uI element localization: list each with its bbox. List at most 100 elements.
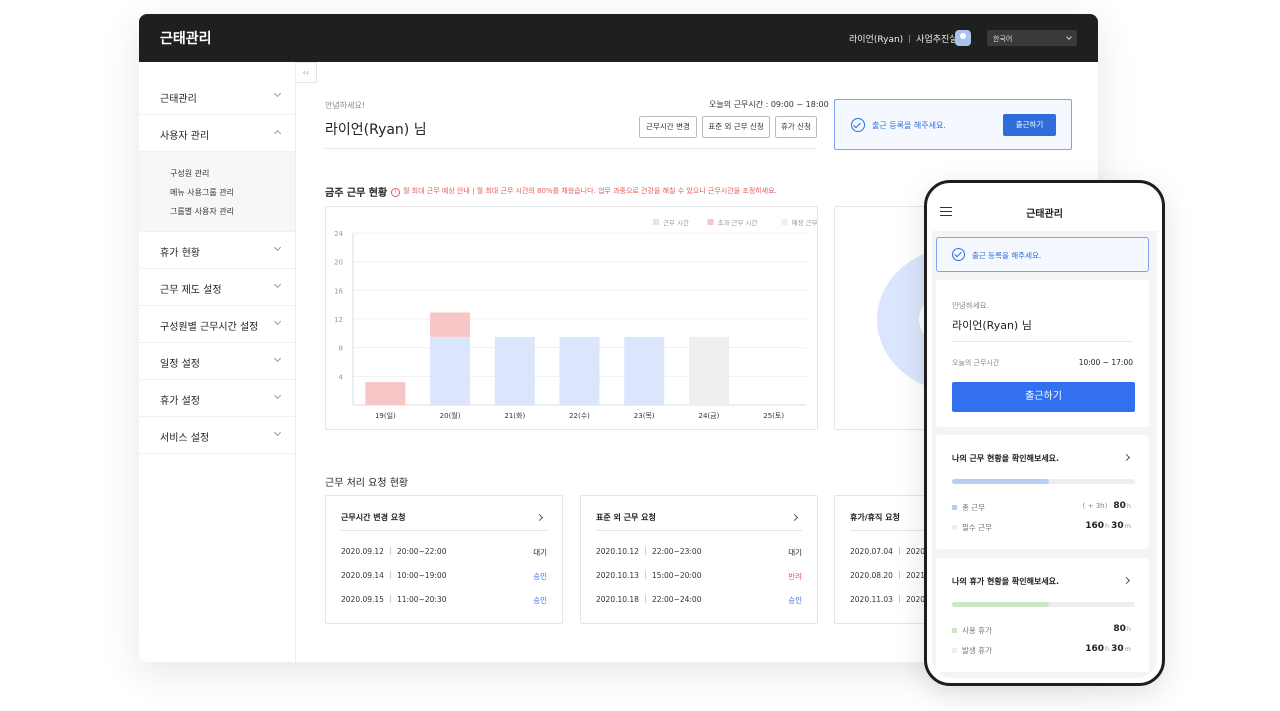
sidebar-item-member-hours[interactable]: 구성원별 근무시간 설정 bbox=[139, 306, 295, 343]
x-tick-label: 24(금) bbox=[699, 412, 720, 420]
clockin-message: 출근 등록을 해주세요. bbox=[872, 121, 946, 130]
x-tick-label: 21(화) bbox=[504, 412, 525, 420]
sidebar-item-label: 서비스 설정 bbox=[160, 433, 210, 444]
request-time: 20:00~22:00 bbox=[396, 547, 447, 556]
user-name: 라이언(Ryan) bbox=[849, 35, 904, 45]
sidebar-item-label: 근무 제도 설정 bbox=[160, 285, 222, 296]
mobile-work-status-card[interactable]: 나의 근무 현황을 확인해보세요. 총 근무( + 3h) 80h 필수 근무 16… bbox=[936, 435, 1149, 549]
x-tick-label: 22(수) bbox=[569, 412, 590, 420]
stage: 근태관리 라이언(Ryan) 사업추진실 한국어 근태관리 사용자 관리 구성원 … bbox=[0, 0, 1280, 711]
work-progress-fill bbox=[952, 479, 1049, 484]
request-time: 11:00~20:30 bbox=[396, 595, 447, 604]
sidebar-item-schedule[interactable]: 일정 설정 bbox=[139, 343, 295, 380]
granted-leave-value: 160h 30m bbox=[1085, 644, 1133, 654]
sidebar-subitem-menu-groups[interactable]: 메뉴 사용그룹 관리 bbox=[170, 183, 295, 202]
sidebar-item-attendance[interactable]: 근태관리 bbox=[139, 78, 295, 115]
legend-dot bbox=[952, 648, 957, 653]
y-tick-label: 4 bbox=[339, 373, 344, 381]
info-icon: ! bbox=[391, 188, 400, 197]
clockin-button[interactable]: 출근하기 bbox=[1003, 114, 1056, 136]
bar bbox=[688, 336, 729, 405]
row-separator bbox=[898, 595, 900, 603]
y-tick-label: 12 bbox=[334, 316, 343, 324]
request-time: 10:00~19:00 bbox=[396, 571, 447, 580]
chevron-down-icon bbox=[273, 89, 282, 98]
request-card-title: 근무시간 변경 요청 bbox=[341, 513, 406, 522]
request-row: 2020.10.13 15:00~20:00 반려 bbox=[596, 571, 802, 583]
sidebar-item-label: 휴가 설정 bbox=[160, 396, 200, 407]
request-time: 15:00~20:00 bbox=[651, 571, 702, 580]
sidebar-item-service-settings[interactable]: 서비스 설정 bbox=[139, 417, 295, 454]
y-tick-label: 16 bbox=[334, 287, 343, 295]
total-work-label: 총 근무 bbox=[962, 503, 986, 512]
weekly-title: 금주 근무 현황 bbox=[325, 188, 388, 199]
request-status: 승인 bbox=[533, 572, 547, 581]
weekly-warning-text: 월 최대 근무 예상 안내 | 월 최대 근무 시간의 80%를 채웠습니다. … bbox=[403, 187, 777, 195]
change-hours-button[interactable]: 근무시간 변경 bbox=[639, 116, 697, 138]
language-select[interactable]: 한국어 bbox=[987, 30, 1077, 46]
request-date: 2020.08.20 bbox=[850, 571, 893, 580]
row-separator bbox=[389, 571, 391, 579]
request-status: 대기 bbox=[533, 548, 547, 557]
y-tick-label: 20 bbox=[334, 259, 343, 267]
chevron-down-icon bbox=[273, 317, 282, 326]
request-card-outside-standard[interactable]: 표준 외 근무 요청 2020.10.12 22:00~23:00 대기 2020.… bbox=[580, 495, 818, 624]
user-department: 사업추진실 bbox=[916, 35, 958, 45]
y-tick-label: 8 bbox=[339, 345, 343, 353]
weekly-chart-panel: 4 8 12 16 20 24 19(일) 20(월) 21(화) 22(수) 23(목) 24(금)… bbox=[325, 206, 832, 430]
request-card-hours-change[interactable]: 근무시간 변경 요청 2020.09.12 20:00~22:00 대기 2020.… bbox=[325, 495, 563, 624]
bar bbox=[559, 336, 600, 405]
outside-standard-button[interactable]: 표준 외 근무 신청 bbox=[702, 116, 770, 138]
mobile-title: 근태관리 bbox=[1026, 209, 1063, 220]
bar bbox=[624, 336, 665, 405]
chevron-right-icon[interactable] bbox=[790, 513, 799, 522]
clockin-panel: 출근 등록을 해주세요. 출근하기 bbox=[834, 99, 1072, 150]
bar bbox=[430, 312, 471, 337]
request-status: 대기 bbox=[788, 548, 802, 557]
language-value: 한국어 bbox=[993, 35, 1013, 43]
request-date: 2020.10.12 bbox=[596, 547, 639, 556]
mobile-clockin-notice: 출근 등록을 해주세요. bbox=[936, 237, 1149, 272]
mobile-clockin-button[interactable]: 출근하기 bbox=[952, 382, 1135, 412]
mobile-hello: 안녕하세요. bbox=[952, 301, 989, 310]
total-work-hours: 80 bbox=[1113, 501, 1126, 511]
sidebar-subitem-members[interactable]: 구성원 관리 bbox=[170, 164, 295, 183]
granted-leave-stat: 발생 휴가 160h 30m bbox=[952, 644, 1133, 657]
weekly-chart: 4 8 12 16 20 24 19(일) 20(월) 21(화) 22(수) 23(목) 24(금)… bbox=[334, 218, 831, 420]
request-card-divider bbox=[341, 530, 547, 531]
request-time: 22:00~24:00 bbox=[651, 595, 702, 604]
total-work-value: ( + 3h) 80h bbox=[1083, 501, 1133, 511]
chevron-down-icon bbox=[273, 428, 282, 437]
legend-swatch bbox=[653, 219, 659, 225]
greeting-text: 안녕하세요! bbox=[325, 101, 366, 110]
leave-status-title: 나의 휴가 현황을 확인해보세요. bbox=[952, 577, 1060, 586]
sidebar-item-leave-status[interactable]: 휴가 현황 bbox=[139, 232, 295, 269]
avatar[interactable] bbox=[955, 30, 971, 46]
sidebar-item-leave-settings[interactable]: 휴가 설정 bbox=[139, 380, 295, 417]
sidebar-item-user-management[interactable]: 사용자 관리 bbox=[139, 115, 295, 152]
unit-minutes: m bbox=[1124, 645, 1131, 653]
chevron-down-icon bbox=[273, 391, 282, 400]
chevron-right-icon[interactable] bbox=[535, 513, 544, 522]
top-bar: 근태관리 라이언(Ryan) 사업추진실 한국어 bbox=[139, 14, 1098, 62]
chevron-down-icon bbox=[273, 354, 282, 363]
sidebar-submenu: 구성원 관리 메뉴 사용그룹 관리 그룹별 사용자 관리 bbox=[139, 152, 295, 232]
sidebar-collapse-button[interactable]: ‹‹ bbox=[296, 62, 317, 83]
request-time: 22:00~23:00 bbox=[651, 547, 702, 556]
chevron-down-icon bbox=[273, 280, 282, 289]
chevron-down-icon bbox=[273, 243, 282, 252]
chevron-up-icon bbox=[273, 129, 282, 138]
work-progress-track bbox=[952, 479, 1135, 484]
request-date: 2020.07.04 bbox=[850, 547, 893, 556]
sidebar-item-work-policy[interactable]: 근무 제도 설정 bbox=[139, 269, 295, 306]
sidebar-subitem-group-users[interactable]: 그룹별 사용자 관리 bbox=[170, 202, 295, 221]
x-tick-label: 23(목) bbox=[634, 412, 655, 420]
chevron-right-icon[interactable] bbox=[1122, 576, 1131, 585]
chevron-right-icon[interactable] bbox=[1122, 453, 1131, 462]
required-work-minutes: 30 bbox=[1111, 521, 1124, 531]
mobile-leave-status-card[interactable]: 나의 휴가 현황을 확인해보세요. 사용 휴가 80h 발생 휴가 160h 30m bbox=[936, 558, 1149, 672]
work-status-title: 나의 근무 현황을 확인해보세요. bbox=[952, 454, 1060, 463]
request-date: 2020.09.12 bbox=[341, 547, 384, 556]
leave-request-button[interactable]: 휴가 신청 bbox=[775, 116, 817, 138]
request-date: 2020.11.03 bbox=[850, 595, 893, 604]
